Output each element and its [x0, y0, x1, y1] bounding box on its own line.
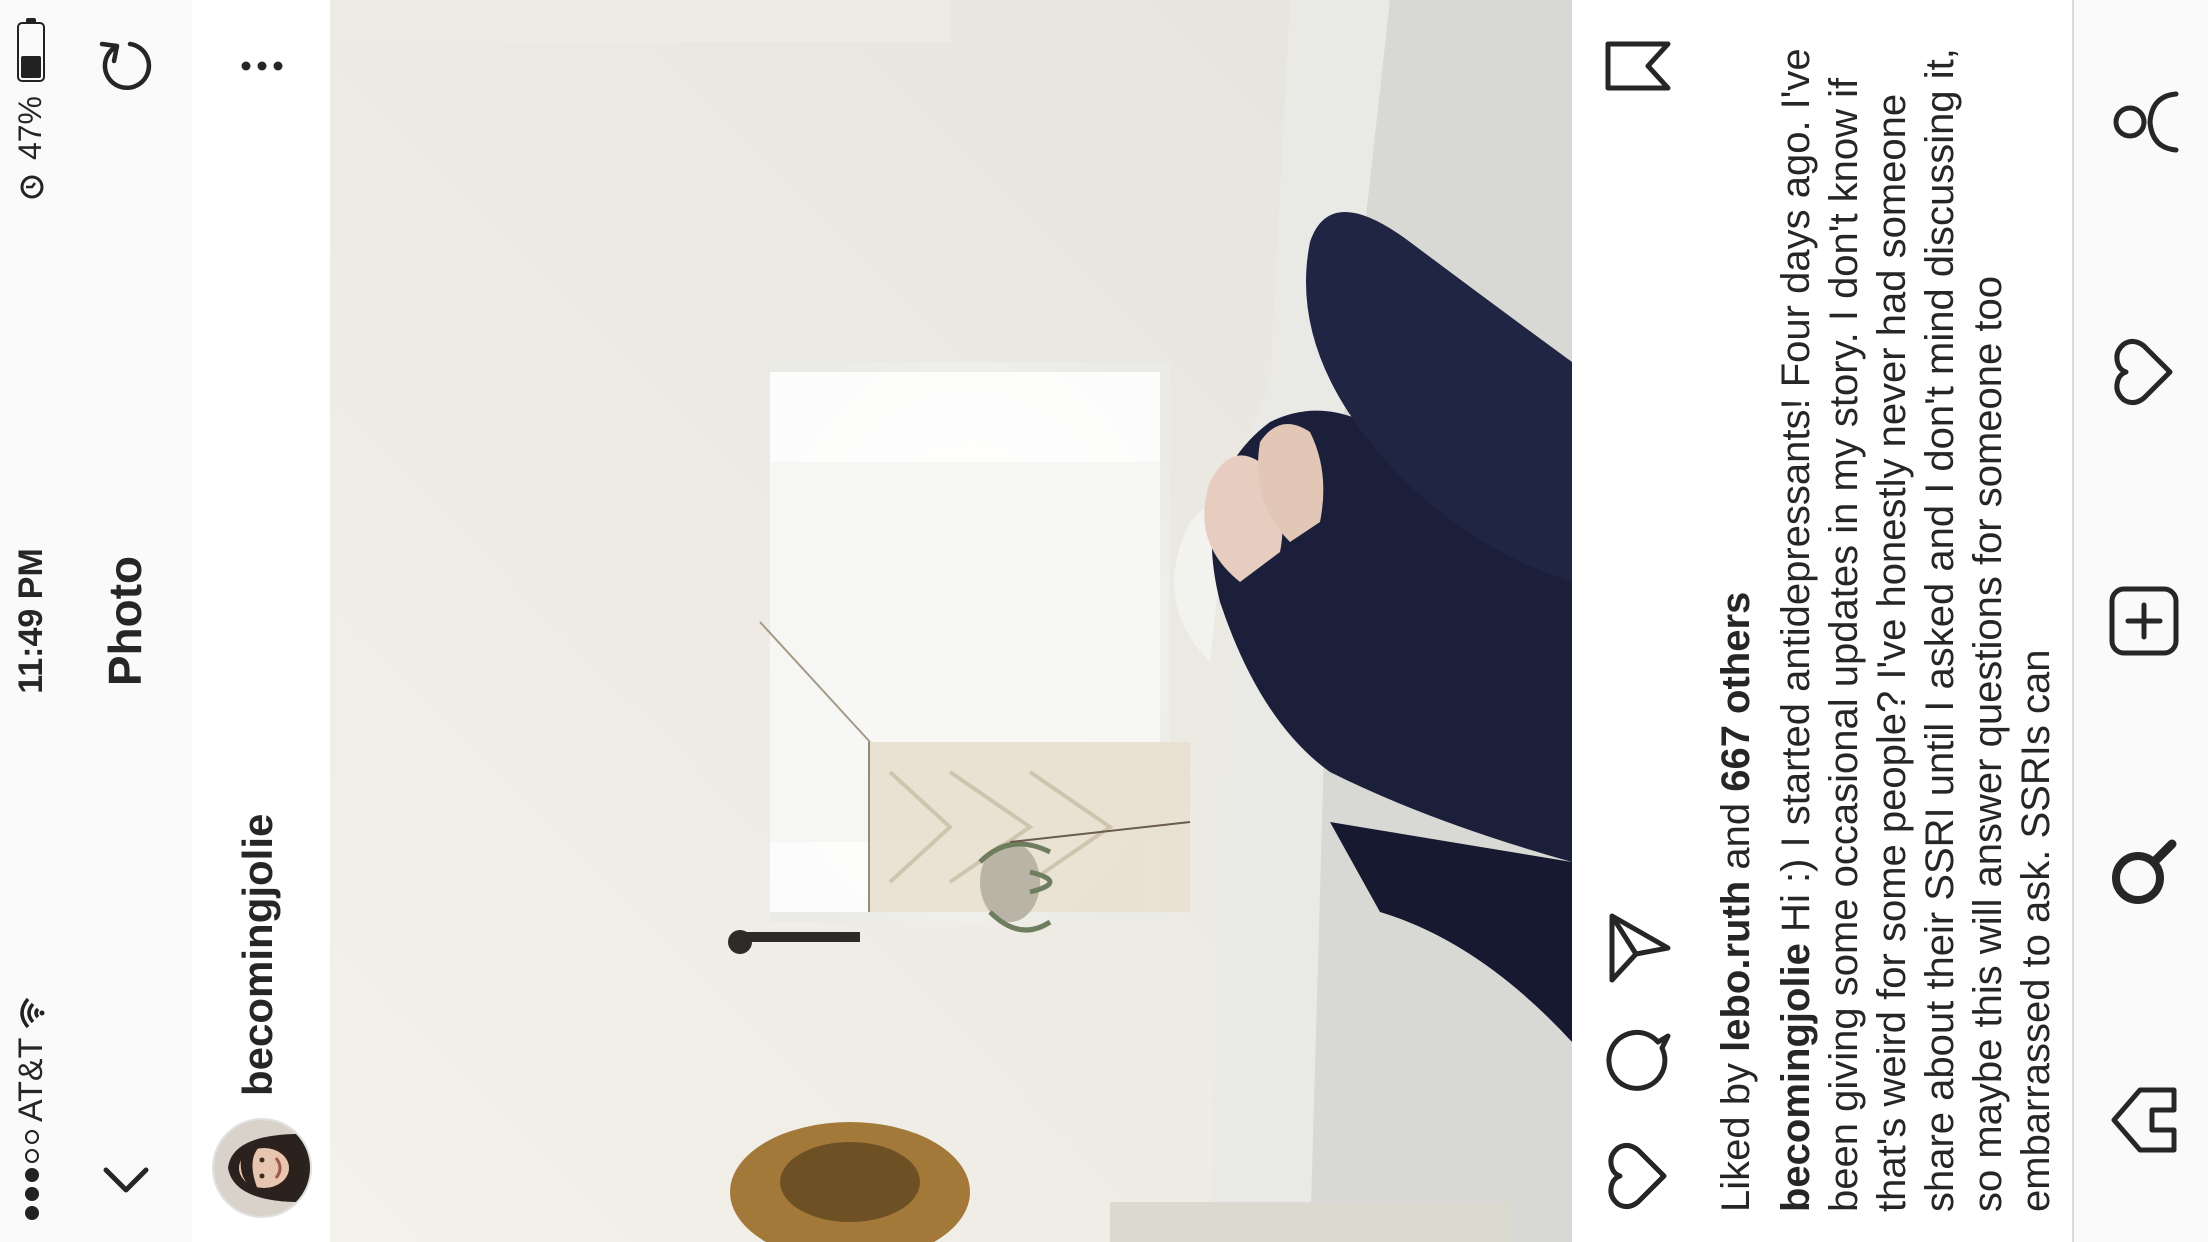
status-bar: AT&T 11:49 PM 47% — [0, 0, 60, 1242]
post-header: becomingjolie — [192, 0, 330, 1242]
caption-username[interactable]: becomingjolie — [1774, 943, 1818, 1212]
more-options-button[interactable] — [232, 36, 292, 96]
tab-add[interactable] — [2104, 581, 2184, 661]
refresh-button[interactable] — [90, 30, 162, 102]
likes-others[interactable]: 667 others — [1714, 592, 1758, 792]
avatar[interactable] — [212, 1118, 312, 1218]
post-actions — [1572, 0, 1710, 1242]
likes-summary[interactable]: Liked by lebo.ruth and 667 others — [1714, 592, 1759, 1212]
tab-home[interactable] — [2104, 1080, 2184, 1160]
post-caption: becomingjolie Hi :) I started antidepres… — [1772, 32, 2060, 1212]
likes-and: and — [1714, 802, 1758, 870]
post-username[interactable]: becomingjolie — [234, 814, 282, 1096]
tab-search[interactable] — [2104, 832, 2184, 912]
tab-activity[interactable] — [2104, 332, 2184, 412]
tab-bar — [2072, 0, 2208, 1242]
battery-percent: 47% — [12, 96, 48, 161]
instagram-photo-screen: AT&T 11:49 PM 47% Photo becomingjolie Li… — [0, 0, 2208, 1242]
save-button[interactable] — [1598, 26, 1678, 106]
share-button[interactable] — [1598, 908, 1678, 988]
comment-button[interactable] — [1598, 1024, 1678, 1104]
liked-by-user[interactable]: lebo.ruth — [1714, 881, 1758, 1052]
alarm-icon — [20, 175, 43, 199]
battery-icon — [16, 22, 45, 82]
post-photo[interactable] — [330, 0, 1572, 1242]
like-button[interactable] — [1598, 1136, 1678, 1216]
page-title: Photo — [99, 555, 151, 687]
likes-prefix: Liked by — [1714, 1063, 1758, 1212]
tab-profile[interactable] — [2104, 82, 2184, 162]
nav-bar: Photo — [60, 0, 194, 1242]
bedroom-photo — [330, 0, 1572, 1242]
status-right: 47% — [12, 22, 49, 200]
